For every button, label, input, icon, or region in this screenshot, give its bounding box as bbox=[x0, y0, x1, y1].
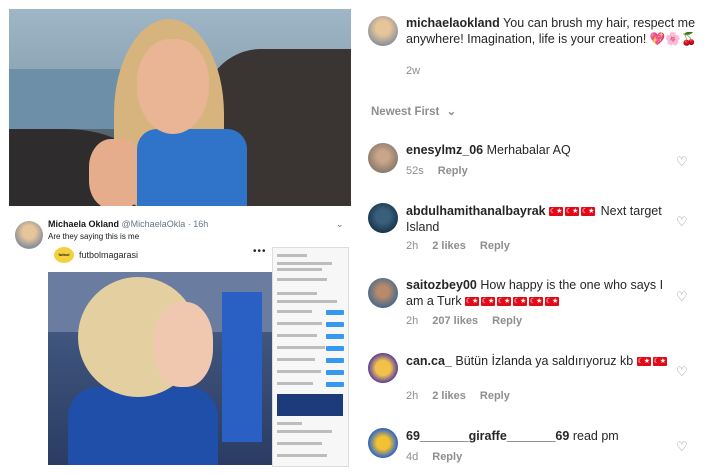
reply-button[interactable]: Reply bbox=[492, 315, 522, 327]
comment-text: Merhabalar AQ bbox=[486, 143, 571, 157]
tweet-avatar[interactable] bbox=[15, 221, 43, 249]
comment-text: read pm bbox=[572, 429, 619, 443]
embedded-username[interactable]: futbolmagarasi bbox=[79, 250, 138, 260]
flag-icon: ☾★ ☾★ ☾★ ☾★ ☾★ ☾★ bbox=[465, 297, 560, 307]
likes-count[interactable]: 2 likes bbox=[432, 390, 466, 402]
caption-username[interactable]: michaelaokland bbox=[406, 16, 500, 30]
comment: 69_______giraffe_______69 read pm bbox=[406, 428, 676, 444]
embedded-account-logo: futbol bbox=[54, 247, 74, 263]
caption-avatar[interactable] bbox=[368, 16, 398, 46]
tweet-handle: @MichaelaOkla · 16h bbox=[121, 219, 209, 229]
reply-button[interactable]: Reply bbox=[432, 451, 462, 463]
tweet-author[interactable]: Michaela Okland @MichaelaOkla · 16h bbox=[48, 219, 208, 229]
comment-avatar[interactable] bbox=[368, 353, 398, 383]
heart-icon[interactable]: ♡ bbox=[676, 364, 688, 380]
comment-meta: 2h 2 likes Reply bbox=[406, 240, 510, 252]
comment-time: 2h bbox=[406, 315, 419, 327]
embedded-post-image bbox=[48, 272, 272, 465]
caption: michaelaokland You can brush my hair, re… bbox=[406, 15, 701, 47]
reply-button[interactable]: Reply bbox=[438, 165, 468, 177]
chevron-down-icon[interactable]: ⌄ bbox=[336, 219, 344, 230]
profile-photo bbox=[9, 9, 351, 206]
comment-meta: 2h 207 likes Reply bbox=[406, 315, 522, 327]
sort-label[interactable]: Newest First bbox=[371, 106, 439, 118]
caption-time: 2w bbox=[406, 65, 421, 77]
comment-username[interactable]: 69_______giraffe_______69 bbox=[406, 429, 569, 443]
comment: enesylmz_06 Merhabalar AQ bbox=[406, 142, 676, 158]
embedded-phone-screenshot bbox=[272, 247, 349, 467]
comment-avatar[interactable] bbox=[368, 428, 398, 458]
comment-time: 2h bbox=[406, 390, 419, 402]
comment-time: 52s bbox=[406, 165, 424, 177]
comment-avatar[interactable] bbox=[368, 203, 398, 233]
comment-meta: 52s Reply bbox=[406, 165, 468, 177]
heart-icon[interactable]: ♡ bbox=[676, 214, 688, 230]
heart-icon[interactable]: ♡ bbox=[676, 154, 688, 170]
likes-count[interactable]: 207 likes bbox=[432, 315, 478, 327]
comment-username[interactable]: can.ca_ bbox=[406, 354, 452, 368]
comment: abdulhamithanalbayrak ☾★ ☾★ ☾★ Next target… bbox=[406, 203, 676, 235]
heart-icon[interactable]: ♡ bbox=[676, 439, 688, 455]
comment-time: 2h bbox=[406, 240, 419, 252]
comment-time: 4d bbox=[406, 451, 419, 463]
reply-button[interactable]: Reply bbox=[480, 390, 510, 402]
heart-icon[interactable]: ♡ bbox=[676, 289, 688, 305]
comment-username[interactable]: enesylmz_06 bbox=[406, 143, 483, 157]
comment-meta: 2h 2 likes Reply bbox=[406, 390, 510, 402]
comment: can.ca_ Bütün İzlanda ya saldırıyoruz kb… bbox=[406, 353, 676, 369]
comment: saitozbey00 How happy is the one who say… bbox=[406, 277, 676, 309]
comment-text: Bütün İzlanda ya saldırıyoruz kb bbox=[455, 354, 634, 368]
flag-icon: ☾★ ☾★ ☾★ bbox=[549, 207, 596, 217]
sort-dropdown[interactable]: Newest First ⌄ bbox=[371, 104, 456, 118]
comment-meta: 4d Reply bbox=[406, 451, 462, 463]
comment-username[interactable]: abdulhamithanalbayrak bbox=[406, 204, 546, 218]
chevron-down-icon[interactable]: ⌄ bbox=[447, 106, 457, 118]
more-dots-icon[interactable]: ••• bbox=[253, 246, 267, 257]
comment-avatar[interactable] bbox=[368, 143, 398, 173]
comment-avatar[interactable] bbox=[368, 278, 398, 308]
tweet-text: Are they saying this is me bbox=[48, 232, 140, 241]
likes-count[interactable]: 2 likes bbox=[432, 240, 466, 252]
tweet-author-name[interactable]: Michaela Okland bbox=[48, 219, 119, 229]
reply-button[interactable]: Reply bbox=[480, 240, 510, 252]
comment-username[interactable]: saitozbey00 bbox=[406, 278, 477, 292]
flag-icon: ☾★ ☾★ bbox=[636, 357, 667, 367]
